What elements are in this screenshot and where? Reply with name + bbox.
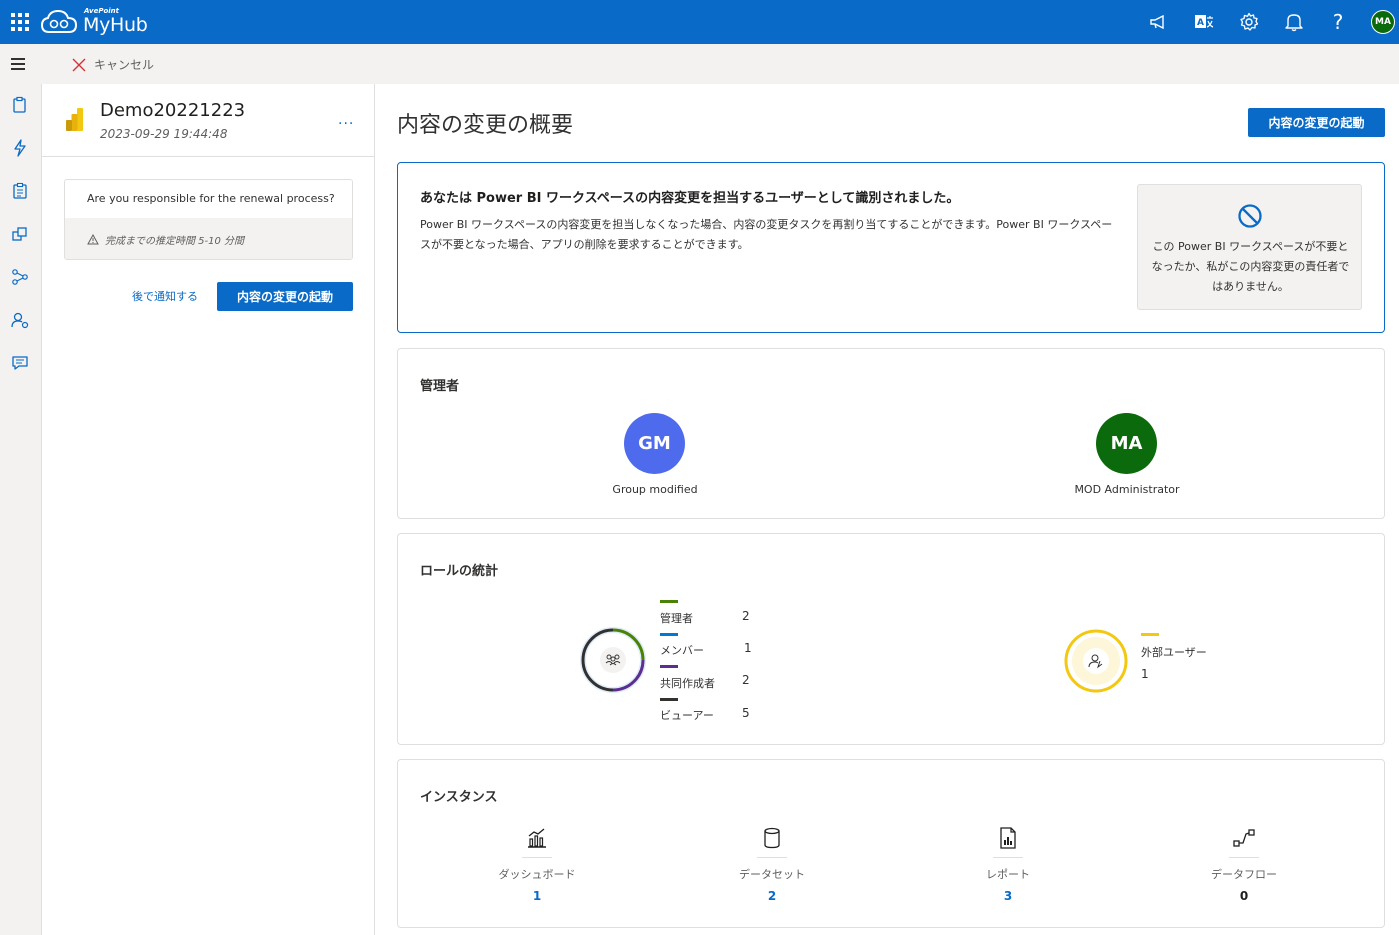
- admin-name: MOD Administrator: [1074, 483, 1180, 496]
- estimate-time: 完成までの推定時間 5-10 分間: [105, 236, 245, 247]
- block-icon: [1238, 204, 1262, 228]
- help-icon[interactable]: ?: [1326, 10, 1350, 34]
- checklist-icon[interactable]: [11, 182, 29, 200]
- decline-responsibility-option[interactable]: この Power BI ワークスペースが不要となったか、私がこの内容変更の責任者…: [1137, 184, 1362, 310]
- notify-later-link[interactable]: 後で通知する: [132, 288, 198, 304]
- instance-label: ダッシュボード: [498, 868, 576, 881]
- hamburger-menu-icon[interactable]: [11, 58, 25, 73]
- legend-swatch: [1141, 633, 1159, 636]
- administrators-card: 管理者 GM Group modified MA MOD Administrat…: [397, 348, 1385, 519]
- report-icon: [1000, 827, 1016, 849]
- translate-icon[interactable]: A: [1192, 10, 1216, 34]
- dataflow-icon: [1233, 829, 1255, 847]
- chat-icon[interactable]: [11, 354, 29, 372]
- dataset-icon: [764, 827, 780, 849]
- role-label: ビューアー: [660, 709, 714, 722]
- megaphone-icon[interactable]: [1147, 10, 1171, 34]
- page-title: 内容の変更の概要: [397, 113, 574, 138]
- warning-icon: [87, 234, 99, 245]
- role-count: 1: [744, 641, 752, 655]
- instance-count[interactable]: 3: [948, 889, 1068, 903]
- start-change-button[interactable]: 内容の変更の起動: [1248, 108, 1385, 137]
- network-icon[interactable]: [11, 268, 29, 286]
- instances-heading: インスタンス: [420, 790, 498, 805]
- top-bar: AvePoint MyHub A ? MA: [0, 0, 1399, 44]
- role-label: 共同作成者: [660, 677, 715, 690]
- instance-count[interactable]: 1: [477, 889, 597, 903]
- logo-app-name: MyHub: [83, 14, 148, 36]
- close-icon: [72, 58, 86, 71]
- instance-count: 0: [1239, 889, 1249, 903]
- myhub-logo[interactable]: [40, 6, 80, 38]
- admin-name: Group modified: [612, 483, 698, 496]
- divider: [1229, 857, 1259, 858]
- more-options-button[interactable]: ...: [338, 112, 354, 128]
- cancel-label: キャンセル: [94, 58, 155, 72]
- role-label: メンバー: [660, 644, 704, 657]
- clipboard-icon[interactable]: [11, 96, 29, 114]
- item-date: 2023-09-29 19:44:48: [100, 127, 228, 141]
- app-launcher-icon[interactable]: [11, 13, 29, 31]
- legend-swatch: [660, 633, 678, 636]
- instance-label: データセット: [739, 868, 805, 881]
- responsibility-notice-card: あなたは Power BI ワークスペースの内容変更を担当するユーザーとして識別…: [397, 162, 1385, 333]
- cancel-button[interactable]: キャンセル: [72, 56, 154, 73]
- legend-swatch: [660, 698, 678, 701]
- role-count: 2: [742, 673, 750, 687]
- copy-icon[interactable]: [11, 225, 29, 243]
- role-statistics-heading: ロールの統計: [420, 564, 499, 579]
- external-user-count: 1: [1141, 667, 1149, 681]
- role-count: 5: [742, 706, 750, 720]
- gear-icon[interactable]: [1237, 10, 1261, 34]
- role-label: 管理者: [660, 612, 693, 625]
- instance-label: データフロー: [1211, 868, 1277, 881]
- external-user-donut: [1064, 629, 1128, 693]
- divider: [42, 156, 375, 157]
- renewal-question-card: Are you responsible for the renewal proc…: [64, 179, 353, 260]
- bell-icon[interactable]: [1282, 10, 1306, 34]
- estimate-footer: 完成までの推定時間 5-10 分間: [65, 218, 352, 259]
- instance-label: レポート: [986, 868, 1030, 881]
- admin-avatar: MA: [1096, 413, 1157, 474]
- item-title: Demo20221223: [100, 100, 246, 121]
- role-count: 2: [742, 609, 750, 623]
- divider: [522, 857, 552, 858]
- cloud-logo-icon: [40, 9, 78, 33]
- external-user-label: 外部ユーザー: [1141, 646, 1207, 659]
- divider: [993, 857, 1023, 858]
- lightning-icon[interactable]: [11, 139, 29, 157]
- command-bar: [0, 44, 1399, 84]
- svg-text:A: A: [1197, 18, 1204, 28]
- notice-title: あなたは Power BI ワークスペースの内容変更を担当するユーザーとして識別…: [420, 191, 960, 206]
- role-statistics-card: ロールの統計 管理者 2 メンバー 1 共同作成者 2 ビューアー 5 外部ユー…: [397, 533, 1385, 745]
- legend-swatch: [660, 600, 678, 603]
- dashboard-icon: [528, 828, 546, 848]
- admin-avatar: GM: [624, 413, 685, 474]
- instances-card: インスタンス ダッシュボード 1 データセット 2 レポート 3 データフロー …: [397, 759, 1385, 928]
- start-change-button-side[interactable]: 内容の変更の起動: [217, 282, 353, 311]
- left-navigation: [0, 84, 42, 935]
- notice-body: Power BI ワークスペースの内容変更を担当しなくなった場合、内容の変更タス…: [420, 218, 1113, 251]
- instance-count[interactable]: 2: [712, 889, 832, 903]
- divider: [757, 857, 787, 858]
- decline-text: この Power BI ワークスペースが不要となったか、私がこの内容変更の責任者…: [1151, 240, 1350, 293]
- powerbi-icon: [66, 108, 83, 131]
- legend-swatch: [660, 665, 678, 668]
- role-donut-chart: [580, 627, 646, 693]
- user-settings-icon[interactable]: [11, 311, 29, 329]
- renewal-question: Are you responsible for the renewal proc…: [87, 192, 335, 205]
- user-avatar[interactable]: MA: [1371, 10, 1395, 34]
- estimate-text-row: 完成までの推定時間 5-10 分間: [87, 232, 244, 247]
- administrators-heading: 管理者: [420, 379, 460, 394]
